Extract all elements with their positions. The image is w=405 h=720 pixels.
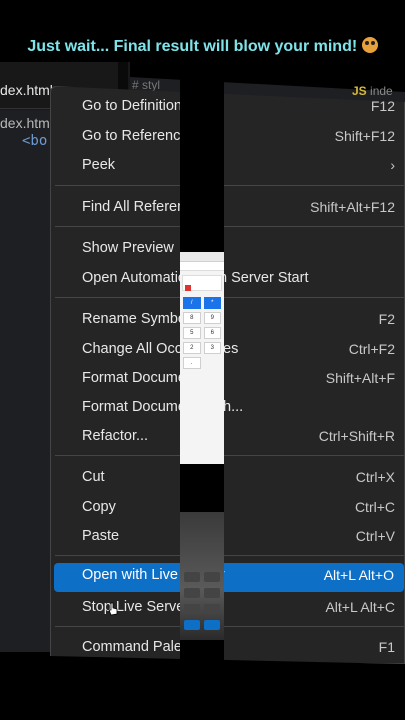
browser-tab-bar	[180, 252, 224, 262]
menu-separator	[55, 626, 404, 627]
menu-item-go-to-references[interactable]: Go to References Shift+F12	[82, 124, 396, 150]
hand-cursor-icon	[108, 602, 118, 616]
editor-tab-index-js-label: inde	[370, 84, 393, 98]
menu-separator	[55, 185, 404, 186]
editor-tab-index-html[interactable]: dex.html	[0, 82, 53, 98]
phone-key	[204, 620, 220, 630]
menu-item-open-with-live-server[interactable]: Open with Live Server Alt+L Alt+O	[54, 563, 404, 592]
select-medium[interactable]	[182, 275, 222, 291]
phone-key	[184, 604, 200, 614]
phone-preview-dark	[180, 512, 224, 640]
menu-item-find-all-references[interactable]: Find All References Shift+Alt+F12	[82, 195, 396, 221]
key-8[interactable]: 8	[183, 312, 201, 324]
breadcrumb-file[interactable]: dex.htm	[0, 115, 50, 131]
menu-item-paste[interactable]: Paste Ctrl+V	[82, 524, 396, 550]
phone-key	[184, 620, 200, 630]
browser-url-bar	[180, 262, 224, 271]
menu-item-rename-symbol[interactable]: Rename Symbol F2	[82, 307, 396, 333]
select-icon	[185, 285, 191, 291]
phone-key	[204, 588, 220, 598]
menu-item-open-automatically[interactable]: Open Automatically on Server Start	[82, 266, 396, 292]
phone-key	[204, 572, 220, 582]
menu-item-format-document[interactable]: Format Document Shift+Alt+F	[82, 366, 396, 392]
menu-separator	[55, 555, 404, 556]
menu-item-command-palette[interactable]: Command Palette... F1	[82, 635, 396, 661]
menu-item-format-document-with[interactable]: Format Document With...	[82, 395, 396, 421]
menu-item-cut[interactable]: Cut Ctrl+X	[82, 465, 396, 491]
key-2[interactable]: 2	[183, 342, 201, 354]
phone-key	[204, 604, 220, 614]
key-5[interactable]: 5	[183, 327, 201, 339]
menu-separator	[55, 455, 404, 456]
code-line: <bo	[22, 133, 48, 149]
menu-item-copy[interactable]: Copy Ctrl+C	[82, 495, 396, 521]
menu-separator	[55, 297, 404, 298]
context-menu: Go to Definition F12 Go to References Sh…	[50, 86, 405, 664]
menu-item-show-preview[interactable]: Show Preview	[82, 236, 396, 262]
phone-key	[184, 572, 200, 582]
menu-item-change-all-occurrences[interactable]: Change All Occurrences Ctrl+F2	[82, 337, 396, 363]
menu-item-peek[interactable]: Peek ›	[82, 153, 396, 179]
menu-item-stop-live-server[interactable]: Stop Live Server Alt+L Alt+C	[82, 595, 396, 621]
calculator-keypad: / * 8 9 5 6 2 3 .	[180, 295, 224, 371]
key-3[interactable]: 3	[203, 342, 221, 354]
key-6[interactable]: 6	[203, 327, 221, 339]
key-dot[interactable]: .	[183, 357, 201, 369]
key-multiply[interactable]: *	[203, 297, 221, 309]
submenu-chevron-icon: ›	[390, 157, 395, 173]
js-file-icon: JS	[352, 84, 367, 98]
flushed-face-emoji-icon	[361, 37, 378, 53]
calculator-preview: / * 8 9 5 6 2 3 .	[180, 252, 224, 464]
key-9[interactable]: 9	[203, 312, 221, 324]
menu-separator	[55, 226, 404, 227]
caption-text: Just wait... Final result will blow your…	[27, 38, 358, 55]
phone-key	[184, 588, 200, 598]
key-divide[interactable]: /	[183, 297, 201, 309]
menu-item-refactor[interactable]: Refactor... Ctrl+Shift+R	[82, 424, 396, 450]
editor-tab-index-js[interactable]: JS inde	[352, 84, 393, 98]
